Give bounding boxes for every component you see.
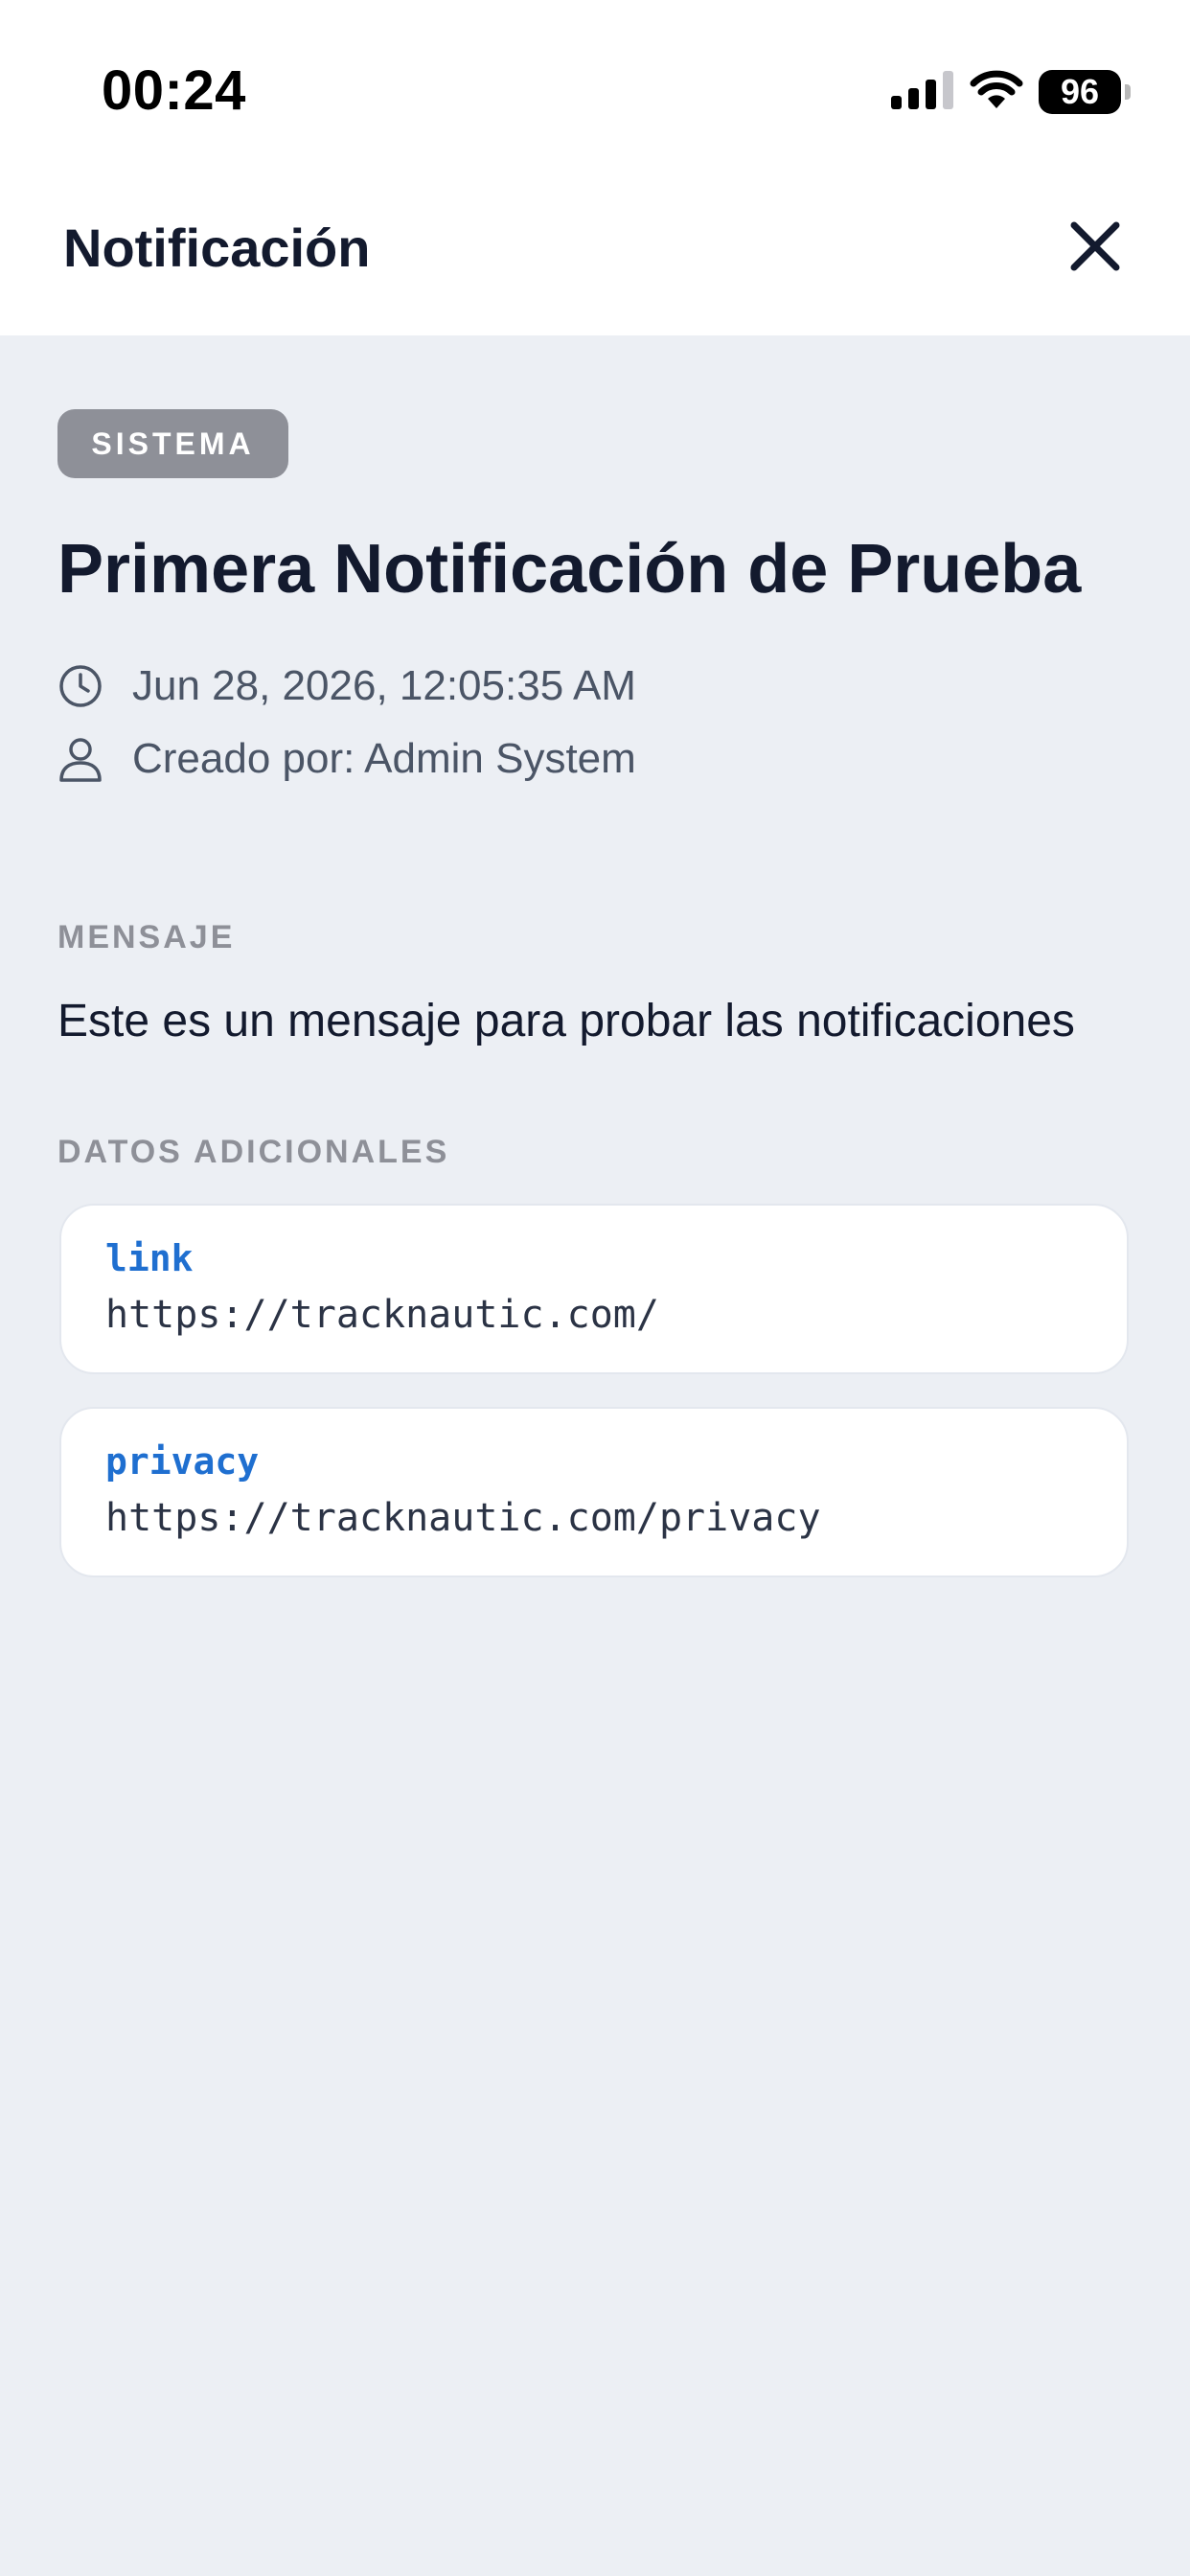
status-time: 00:24 — [102, 59, 246, 122]
extra-data-value: https://tracknautic.com/privacy — [105, 1496, 821, 1540]
clock-icon — [57, 663, 103, 709]
header-panel: 00:24 96 Notificación — [0, 0, 1190, 335]
extra-data-section-label: DATOS ADICIONALES — [57, 1134, 450, 1170]
user-icon — [57, 736, 103, 782]
extra-data-item-link: link https://tracknautic.com/ — [59, 1204, 1129, 1374]
author-row: Creado por: Admin System — [57, 732, 636, 786]
extra-data-key: link — [105, 1237, 194, 1279]
message-body: Este es un mensaje para probar las notif… — [57, 996, 1075, 1046]
timestamp-row: Jun 28, 2026, 12:05:35 AM — [57, 659, 636, 713]
notification-title: Primera Notificación de Prueba — [57, 531, 1082, 608]
signal-icon — [891, 70, 954, 114]
created-by: Creado por: Admin System — [132, 735, 636, 782]
close-icon[interactable] — [1069, 220, 1121, 277]
battery-tip — [1125, 84, 1131, 100]
extra-data-key: privacy — [105, 1440, 260, 1483]
extra-data-item-privacy: privacy https://tracknautic.com/privacy — [59, 1407, 1129, 1577]
timestamp: Jun 28, 2026, 12:05:35 AM — [132, 662, 636, 709]
extra-data-value: https://tracknautic.com/ — [105, 1293, 659, 1337]
category-badge: SISTEMA — [57, 409, 288, 478]
close-button[interactable] — [1064, 217, 1127, 280]
message-section-label: MENSAJE — [57, 919, 236, 955]
wifi-icon — [970, 70, 1023, 115]
status-indicators: 96 — [891, 67, 1131, 117]
battery-level: 96 — [1039, 70, 1121, 114]
page-title: Notificación — [63, 218, 371, 278]
battery-icon: 96 — [1039, 70, 1131, 114]
